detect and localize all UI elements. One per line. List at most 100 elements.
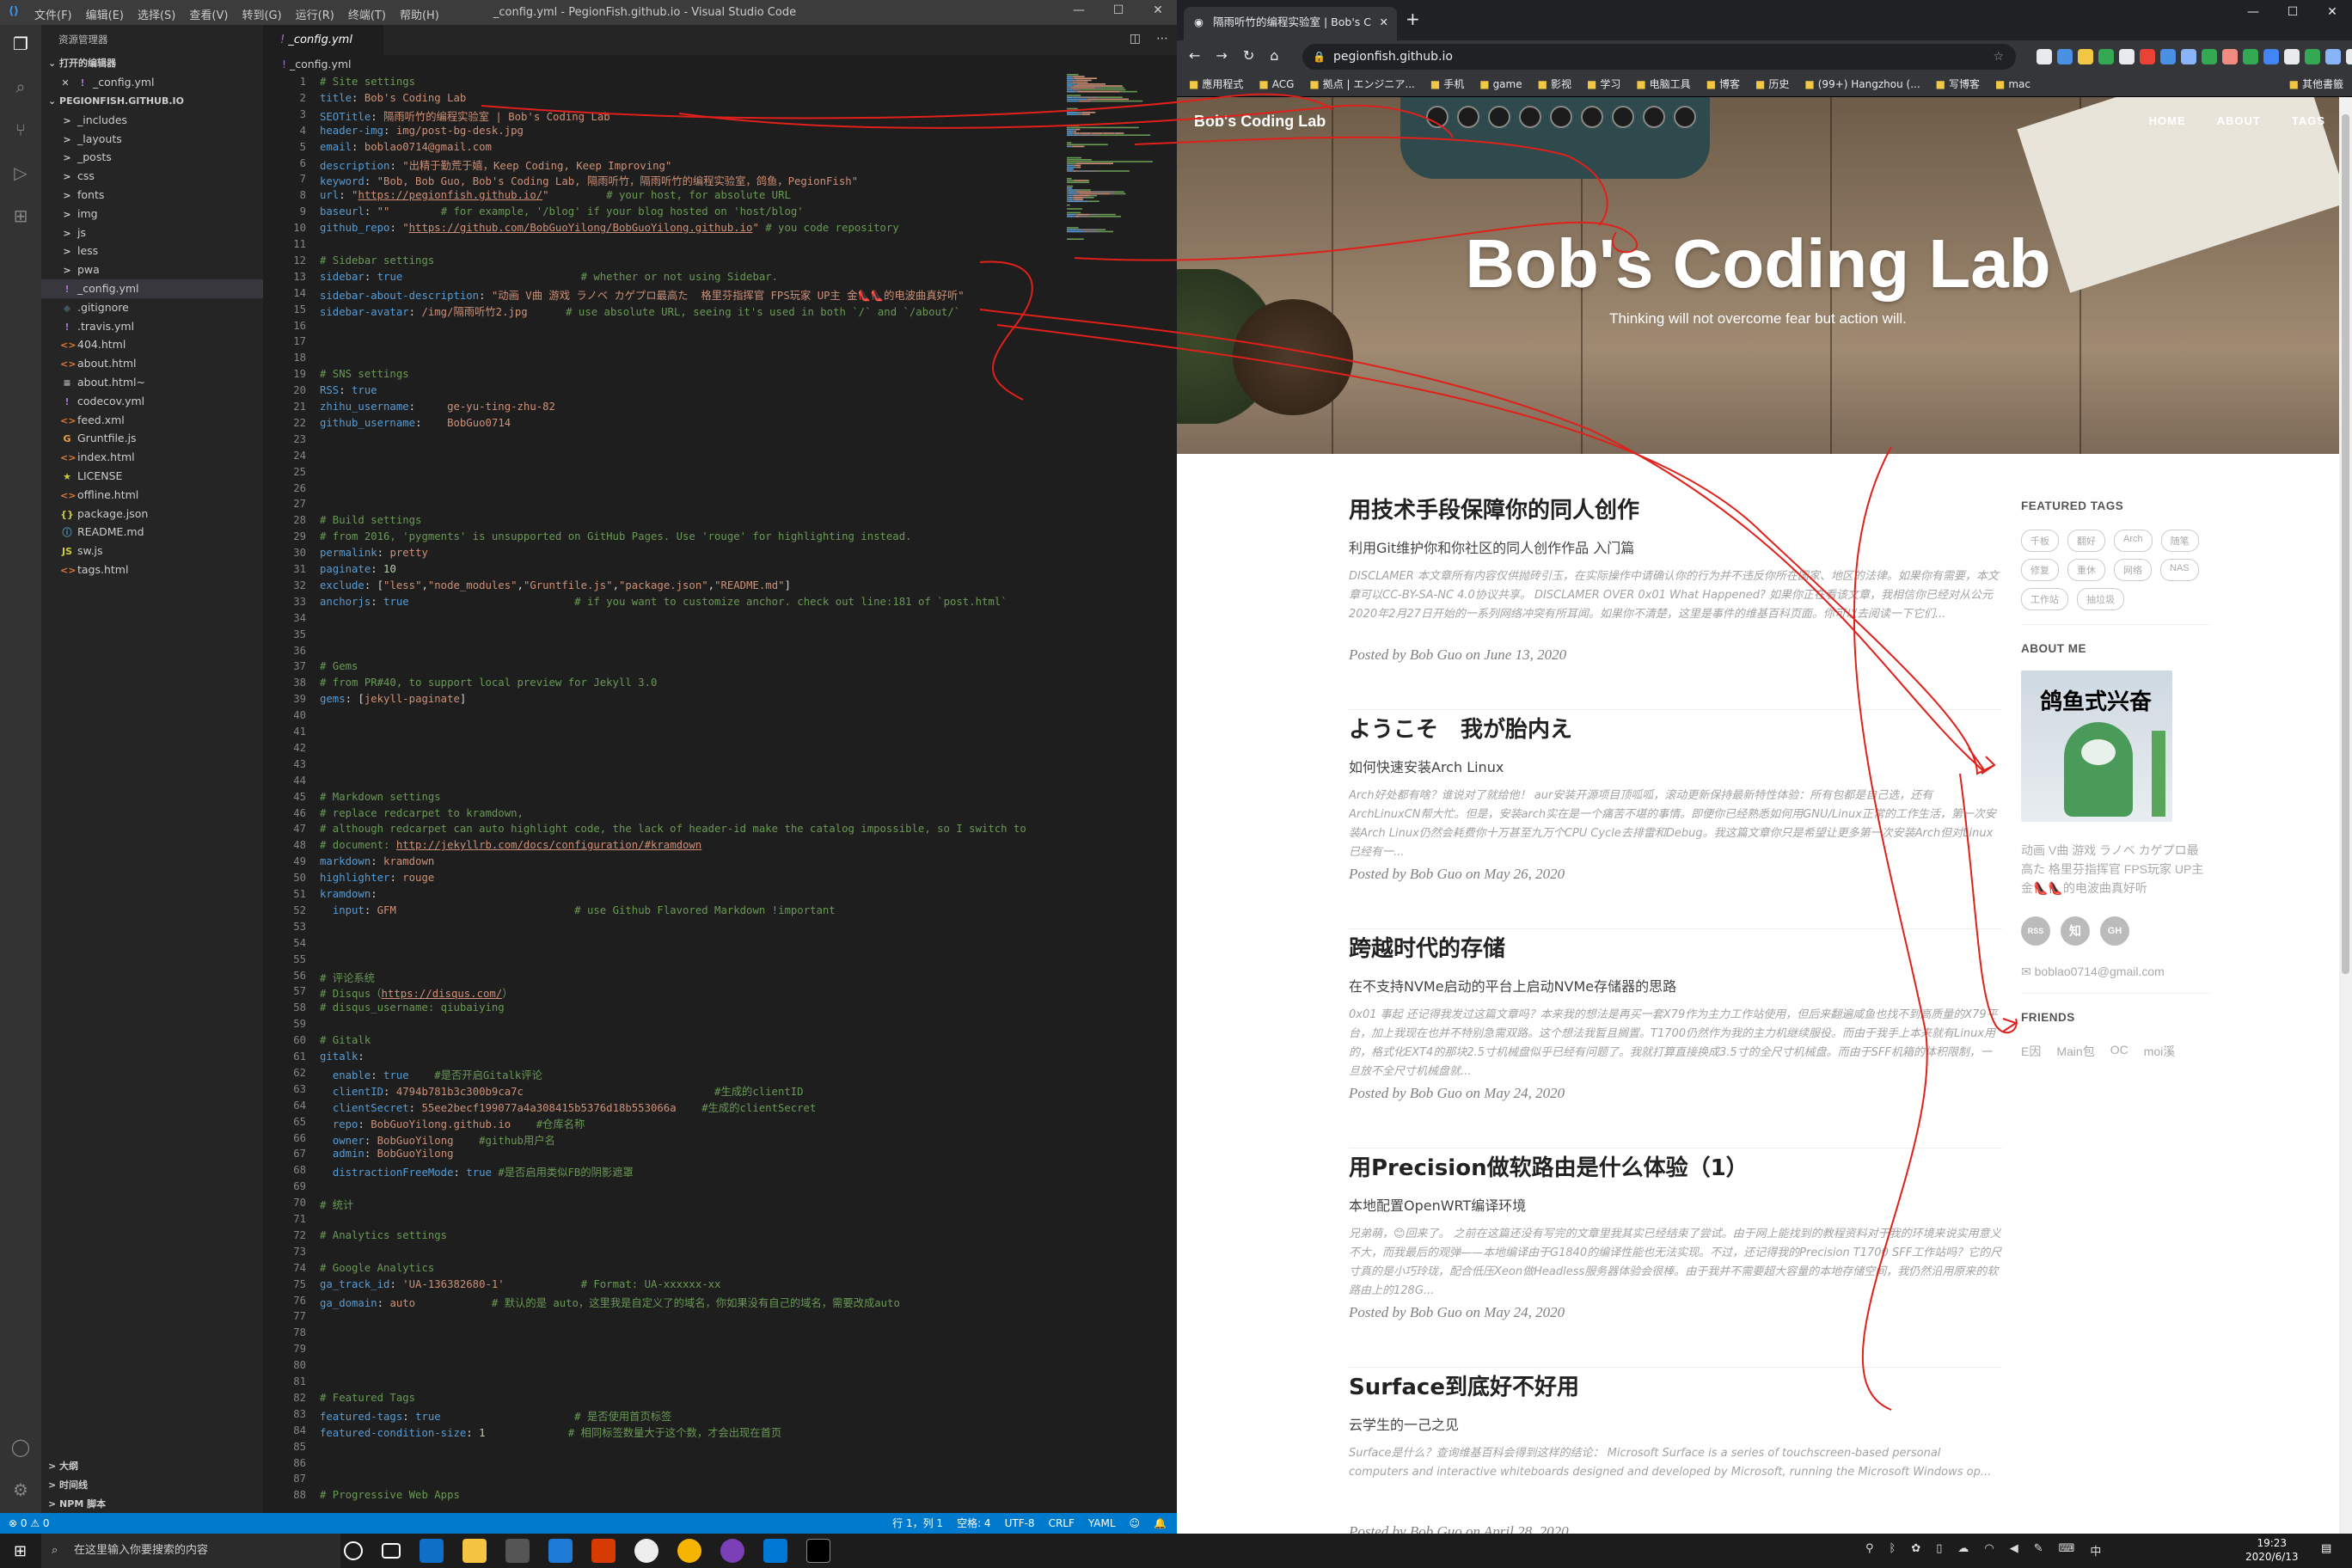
code-line[interactable]: gitalk: xyxy=(320,1050,364,1063)
bookmark-item[interactable]: ■ 电脑工具 xyxy=(1636,73,1690,96)
bookmark-item[interactable]: ■ 学习 xyxy=(1587,73,1620,96)
file-item[interactable]: <> tags.html xyxy=(41,560,263,579)
code-line[interactable]: ga_track_id: 'UA-136382680-1' # Format: … xyxy=(320,1278,720,1290)
mail-app-icon[interactable] xyxy=(548,1539,573,1563)
folder-item[interactable]: > _includes xyxy=(41,111,263,130)
post-title[interactable]: 用Precision做软路由是什么体验（1） xyxy=(1349,1148,2002,1182)
bookmark-item[interactable]: ■ mac xyxy=(1995,73,2030,96)
source-control-icon[interactable]: ⑂ xyxy=(9,118,33,142)
code-line[interactable]: clientID: 4794b781b3c300b9ca7c #生成的clien… xyxy=(320,1083,804,1099)
run-debug-icon[interactable]: ▷ xyxy=(9,161,33,185)
other-bookmarks[interactable]: ■ 其他書籤 xyxy=(2289,73,2343,96)
code-editor[interactable]: 1 # Site settings 2 title: Bob's Coding Lab… xyxy=(263,74,1058,1513)
breadcrumb[interactable]: ! _config.yml xyxy=(263,55,1177,74)
extension-icon[interactable] xyxy=(2263,49,2279,64)
address-bar[interactable]: 🔒 pegionfish.github.io ☆ xyxy=(1302,44,2016,70)
tag-item[interactable]: 重休 xyxy=(2067,559,2105,581)
extension-icon[interactable] xyxy=(2057,49,2073,64)
minimize-icon[interactable]: — xyxy=(2233,5,2273,19)
volume-icon[interactable]: ◀ xyxy=(2010,1542,2018,1559)
file-item[interactable]: {} package.json xyxy=(41,505,263,524)
folder-item[interactable]: > _layouts xyxy=(41,130,263,149)
task-view-icon[interactable] xyxy=(382,1543,401,1559)
code-line[interactable]: title: Bob's Coding Lab xyxy=(320,92,466,104)
friend-link[interactable]: Main包 xyxy=(2056,1043,2094,1060)
code-line[interactable]: featured-tags: true # 是否使用首页标签 xyxy=(320,1408,671,1424)
menu-item[interactable]: 帮助(H) xyxy=(400,6,439,22)
extension-icon[interactable] xyxy=(2140,49,2155,64)
close-icon[interactable]: ✕ xyxy=(1138,3,1178,17)
friend-link[interactable]: OC xyxy=(2110,1043,2128,1060)
code-line[interactable]: email: boblao0714@gmail.com xyxy=(320,141,492,153)
bookmark-item[interactable]: ■ 博客 xyxy=(1706,73,1740,96)
office-icon[interactable] xyxy=(591,1539,616,1563)
explorer-icon[interactable]: ❐ xyxy=(9,32,33,56)
bluetooth-icon[interactable]: ᛒ xyxy=(1890,1542,1896,1559)
code-line[interactable]: owner: BobGuoYilong #github用户名 xyxy=(320,1132,555,1148)
file-item[interactable]: <> offline.html xyxy=(41,486,263,505)
menu-item[interactable]: 运行(R) xyxy=(296,6,334,22)
nav-tags[interactable]: TAGS xyxy=(2292,114,2325,127)
bookmark-star-icon[interactable]: ☆ xyxy=(1993,44,2004,70)
code-line[interactable]: github_repo: "https://github.com/BobGuoY… xyxy=(320,222,899,234)
code-line[interactable]: # Sidebar settings xyxy=(320,254,434,266)
code-line[interactable]: baseurl: "" # for example, '/blog' if yo… xyxy=(320,205,804,217)
bookmark-item[interactable]: ■ 應用程式 xyxy=(1189,73,1243,96)
problems-indicator[interactable]: ⊗ 0 ⚠ 0 xyxy=(9,1513,50,1534)
code-line[interactable]: # Site settings xyxy=(320,76,415,88)
file-item[interactable]: ⓘ README.md xyxy=(41,523,263,542)
code-line[interactable]: # Gitalk xyxy=(320,1034,371,1046)
zhihu-icon[interactable]: 知 xyxy=(2061,916,2090,946)
tag-item[interactable]: Arch xyxy=(2114,530,2153,552)
folder-item[interactable]: > img xyxy=(41,205,263,224)
account-icon[interactable]: ◯ xyxy=(9,1435,33,1459)
extension-icon[interactable] xyxy=(2243,49,2258,64)
feedback-icon[interactable]: ☺ xyxy=(1130,1513,1141,1534)
browser-tab[interactable]: ◉ 隔雨听竹的编程实验室 | Bob's C ✕ xyxy=(1184,7,1397,40)
code-line[interactable]: # 评论系统 xyxy=(320,970,375,985)
post-preview[interactable]: 跨越时代的存储 在不支持NVMe启动的平台上启动NVMe存储器的思路 0x01 事起… xyxy=(1349,929,2002,1148)
menu-item[interactable]: 查看(V) xyxy=(189,6,228,22)
tag-item[interactable]: 千板 xyxy=(2021,530,2059,552)
page-scrollbar[interactable] xyxy=(2339,97,2352,1534)
post-title[interactable]: 跨越时代的存储 xyxy=(1349,929,2002,963)
cloud-icon[interactable]: ☁ xyxy=(1957,1542,1969,1559)
code-line[interactable]: SEOTitle: 隔雨听竹的编程实验室 | Bob's Coding Lab xyxy=(320,108,610,124)
code-line[interactable]: ga_domain: auto # 默认的是 auto，这里我是自定义了的域名，… xyxy=(320,1295,900,1310)
settings-gear-icon[interactable]: ⚙ xyxy=(9,1478,33,1502)
menu-item[interactable]: 编辑(E) xyxy=(86,6,124,22)
file-item[interactable]: ! _config.yml xyxy=(41,279,263,298)
extension-icon[interactable] xyxy=(2160,49,2176,64)
code-line[interactable]: header-img: img/post-bg-desk.jpg xyxy=(320,125,524,137)
notifications-icon[interactable]: 🔔 xyxy=(1154,1513,1167,1534)
new-tab-button[interactable]: + xyxy=(1406,9,1420,29)
code-line[interactable]: # 统计 xyxy=(320,1197,353,1212)
github-icon[interactable]: GH xyxy=(2100,916,2129,946)
code-line[interactable]: keyword: "Bob, Bob Guo, Bob's Coding Lab… xyxy=(320,173,858,188)
code-line[interactable]: # replace redcarpet to kramdown, xyxy=(320,807,524,819)
tray-icon[interactable]: ✎ xyxy=(2034,1542,2043,1559)
minimap[interactable] xyxy=(1067,74,1166,246)
code-line[interactable]: # Disqus（https://disqus.com/） xyxy=(320,985,513,1001)
folder-item[interactable]: > _posts xyxy=(41,148,263,167)
code-line[interactable]: # Markdown settings xyxy=(320,791,441,803)
tag-item[interactable]: 翻好 xyxy=(2067,530,2105,552)
post-title[interactable]: ようこそ 我が胎内え xyxy=(1349,710,2002,744)
menu-item[interactable]: 选择(S) xyxy=(138,6,175,22)
reload-icon[interactable]: ↻ xyxy=(1243,47,1254,64)
extension-icon[interactable] xyxy=(2222,49,2238,64)
open-editors-section[interactable]: ⌄ 打开的编辑器 xyxy=(41,54,263,73)
code-line[interactable]: featured-condition-size: 1 # 相同标签数量大于这个数… xyxy=(320,1424,781,1440)
folder-item[interactable]: > less xyxy=(41,242,263,260)
tag-item[interactable]: 网络 xyxy=(2114,559,2152,581)
store-icon[interactable] xyxy=(505,1539,530,1563)
extension-icon[interactable] xyxy=(2119,49,2135,64)
language-mode[interactable]: YAML xyxy=(1088,1513,1116,1534)
end-of-line[interactable]: CRLF xyxy=(1049,1513,1075,1534)
notification-center-icon[interactable]: ▤ xyxy=(2321,1542,2331,1555)
folder-item[interactable]: > pwa xyxy=(41,260,263,279)
extension-icon[interactable] xyxy=(2346,49,2352,64)
extension-icon[interactable] xyxy=(2305,49,2320,64)
tag-item[interactable]: 随笔 xyxy=(2160,530,2199,552)
lock-icon[interactable]: 🔒 xyxy=(1313,44,1326,70)
